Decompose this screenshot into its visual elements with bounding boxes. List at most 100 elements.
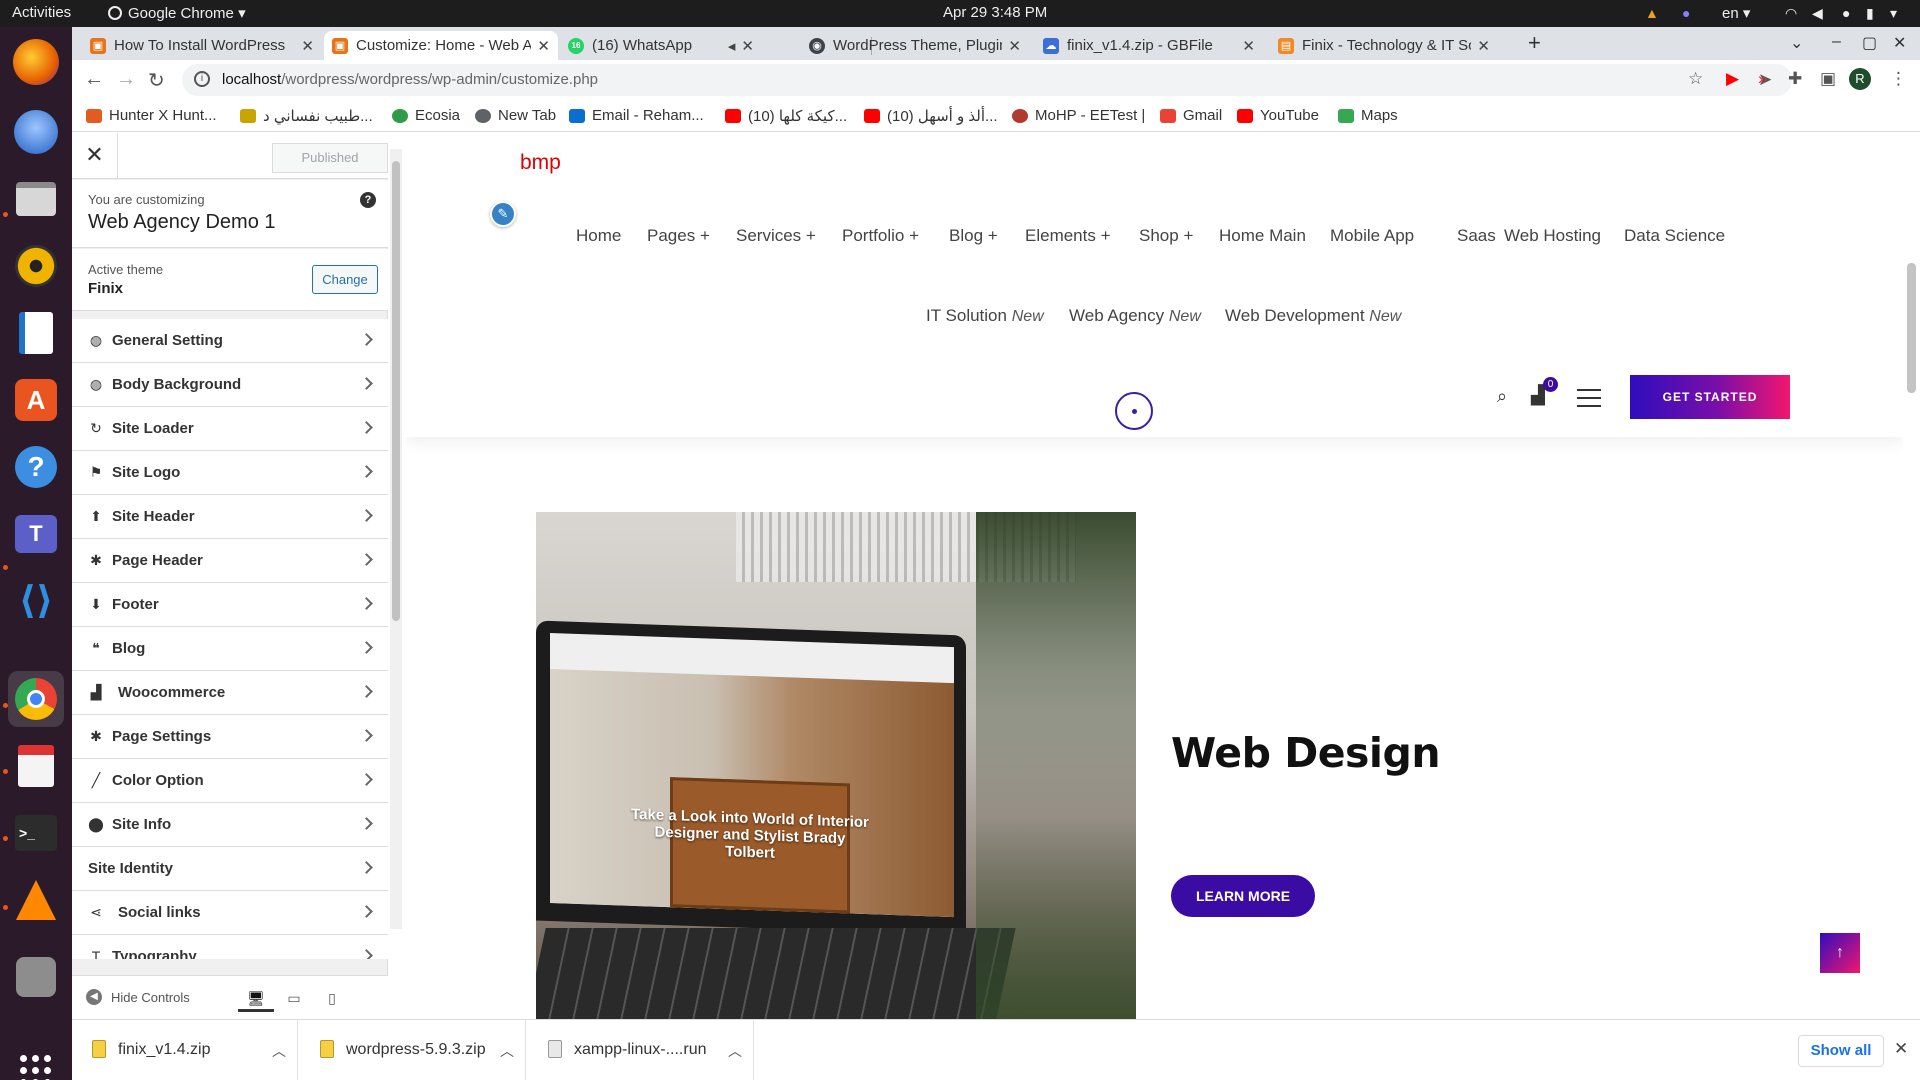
bookmark-item[interactable]: YouTube	[1237, 107, 1319, 124]
nav-item-home-main[interactable]: Home Main	[1219, 226, 1306, 246]
close-window-icon[interactable]: ✕	[1893, 33, 1906, 53]
warning-icon[interactable]: ▲	[1645, 5, 1659, 21]
panel-site-info[interactable]: ⬤ Site Info	[72, 803, 388, 847]
scroll-to-top-icon[interactable]: ↑	[1820, 933, 1860, 973]
edit-shortcut-pencil-icon[interactable]: ✎	[490, 201, 516, 227]
download-item[interactable]: finix_v1.4.zip ︿	[72, 1020, 298, 1080]
nav-item-mobile-app[interactable]: Mobile App	[1330, 226, 1414, 246]
panel-page-header[interactable]: ✱ Page Header	[72, 539, 388, 583]
tab-wordpress-themes[interactable]: ◉ WordPress Theme, Plugins ✕	[801, 31, 1029, 60]
firefox-icon[interactable]	[13, 39, 59, 85]
new-tab-icon[interactable]: +	[1528, 30, 1541, 56]
change-theme-button[interactable]: Change	[312, 265, 378, 294]
youtube-extension-icon[interactable]: ▶	[1726, 69, 1739, 89]
disks-icon[interactable]	[8, 949, 64, 1005]
desktop-preview-icon[interactable]: 🖥	[238, 984, 274, 1012]
close-tab-icon[interactable]: ✕	[1242, 37, 1255, 55]
close-tab-icon[interactable]: ✕	[741, 37, 754, 55]
side-panel-icon[interactable]: ▣	[1820, 69, 1836, 89]
published-button[interactable]: Published	[272, 143, 388, 173]
bookmark-item[interactable]: Email - Reham...	[569, 107, 704, 124]
files-icon[interactable]	[8, 171, 64, 227]
panel-general-setting[interactable]: ◍ General Setting	[72, 319, 388, 363]
panel-color-option[interactable]: ╱ Color Option	[72, 759, 388, 803]
minimize-icon[interactable]: –	[1832, 33, 1841, 51]
rhythmbox-icon[interactable]	[8, 238, 64, 294]
close-download-shelf-icon[interactable]: ✕	[1894, 1039, 1908, 1059]
nav-item-web-development[interactable]: Web Development New	[1225, 306, 1401, 326]
extensions-puzzle-icon[interactable]: ✚	[1788, 69, 1802, 89]
system-menu-caret-icon[interactable]: ▾	[1890, 5, 1897, 22]
search-icon[interactable]: ⌕	[1497, 386, 1507, 407]
volume-icon[interactable]: ◀	[1812, 5, 1823, 22]
forward-icon[interactable]: →	[116, 68, 136, 91]
bookmark-item[interactable]: Maps	[1338, 107, 1398, 124]
microphone-icon[interactable]: ●	[1842, 5, 1850, 21]
bookmark-item[interactable]: (10) ألذ و أسهل...	[864, 107, 998, 125]
tab-how-to-install-wordpress[interactable]: ▣ How To Install WordPress ✕	[82, 31, 322, 60]
vscode-icon[interactable]: ⟨⟩	[8, 573, 64, 629]
chrome-icon[interactable]	[8, 671, 64, 727]
customizer-scrollbar[interactable]	[390, 149, 402, 929]
vlc-icon[interactable]	[8, 872, 64, 928]
software-center-icon[interactable]: A	[8, 372, 64, 428]
scrollbar-thumb[interactable]	[392, 161, 400, 621]
help-icon[interactable]: ?	[8, 439, 64, 495]
nav-item-pages[interactable]: Pages +	[647, 226, 710, 246]
tab-gbfile-download[interactable]: ☁ finix_v1.4.zip - GBFile ✕	[1035, 31, 1263, 60]
panel-site-loader[interactable]: ↻ Site Loader	[72, 407, 388, 451]
panel-social-links[interactable]: ⋖ Social links	[72, 891, 388, 935]
chrome-menu-icon[interactable]: ⋮	[1890, 69, 1907, 89]
menu-hamburger-icon[interactable]	[1577, 389, 1601, 407]
chevron-up-icon[interactable]: ︿	[728, 1041, 742, 1061]
tablet-preview-icon[interactable]: ▭	[276, 984, 312, 1012]
page-scrollbar[interactable]	[1903, 133, 1920, 1019]
bookmark-item[interactable]: طبيب نفساني د...	[240, 107, 373, 125]
panel-typography[interactable]: T Typography	[72, 935, 388, 959]
cart-icon[interactable]: ▟	[1531, 385, 1545, 406]
download-item[interactable]: wordpress-5.9.3.zip ︿	[300, 1020, 526, 1080]
url-text[interactable]: localhost/wordpress/wordpress/wp-admin/c…	[222, 71, 598, 88]
hide-controls-button[interactable]: ◀ Hide Controls	[86, 989, 190, 1005]
battery-icon[interactable]: ▮	[1866, 5, 1874, 22]
close-customizer-icon[interactable]: ✕	[72, 133, 118, 179]
learn-more-button[interactable]: LEARN MORE	[1171, 875, 1315, 917]
download-item[interactable]: xampp-linux-....run ︿	[528, 1020, 754, 1080]
bookmark-item[interactable]: Ecosia	[392, 107, 460, 124]
panel-site-identity[interactable]: Site Identity	[72, 847, 388, 891]
bookmark-item[interactable]: New Tab	[475, 107, 556, 124]
nav-item-shop[interactable]: Shop +	[1139, 226, 1193, 246]
tab-search-icon[interactable]: ⌄	[1790, 33, 1803, 53]
chevron-up-icon[interactable]: ︿	[500, 1041, 514, 1061]
mute-tab-icon[interactable]: ◂	[728, 37, 736, 55]
teams-icon[interactable]: T	[8, 506, 64, 562]
nav-item-blog[interactable]: Blog +	[949, 226, 998, 246]
document-viewer-icon[interactable]	[8, 738, 64, 794]
address-bar[interactable]: i localhost/wordpress/wordpress/wp-admin…	[182, 64, 1792, 96]
tab-whatsapp[interactable]: 16 (16) WhatsApp ◂ ✕	[560, 31, 762, 60]
app-menu[interactable]: Google Chrome ▾	[108, 4, 246, 22]
chevron-up-icon[interactable]: ︿	[272, 1041, 286, 1061]
thunderbird-icon[interactable]	[8, 104, 64, 160]
nav-item-saas[interactable]: Saas	[1457, 226, 1496, 246]
panel-body-background[interactable]: ◍ Body Background	[72, 363, 388, 407]
tab-finix-theme[interactable]: ▤ Finix - Technology & IT Solutions ✕	[1270, 31, 1498, 60]
close-tab-icon[interactable]: ✕	[537, 37, 550, 55]
language-indicator[interactable]: en ▾	[1722, 4, 1750, 22]
nav-item-services[interactable]: Services +	[736, 226, 816, 246]
clock[interactable]: Apr 29 3:48 PM	[943, 4, 1047, 21]
panel-footer[interactable]: ⬇ Footer	[72, 583, 388, 627]
libreoffice-writer-icon[interactable]	[8, 305, 64, 361]
bookmark-item[interactable]: Gmail	[1160, 107, 1222, 124]
mobile-preview-icon[interactable]: ▯	[314, 984, 350, 1012]
restore-icon[interactable]: ▢	[1862, 33, 1877, 53]
nav-item-web-agency[interactable]: Web Agency New	[1069, 306, 1201, 326]
scrollbar-thumb[interactable]	[1907, 263, 1916, 393]
site-info-icon[interactable]: i	[194, 71, 210, 87]
panel-site-header[interactable]: ⬆ Site Header	[72, 495, 388, 539]
get-started-button[interactable]: GET STARTED	[1630, 375, 1790, 419]
reload-icon[interactable]: ↻	[148, 68, 165, 93]
profile-avatar[interactable]: R	[1849, 68, 1871, 90]
close-tab-icon[interactable]: ✕	[1477, 37, 1490, 55]
nav-item-portfolio[interactable]: Portfolio +	[842, 226, 919, 246]
